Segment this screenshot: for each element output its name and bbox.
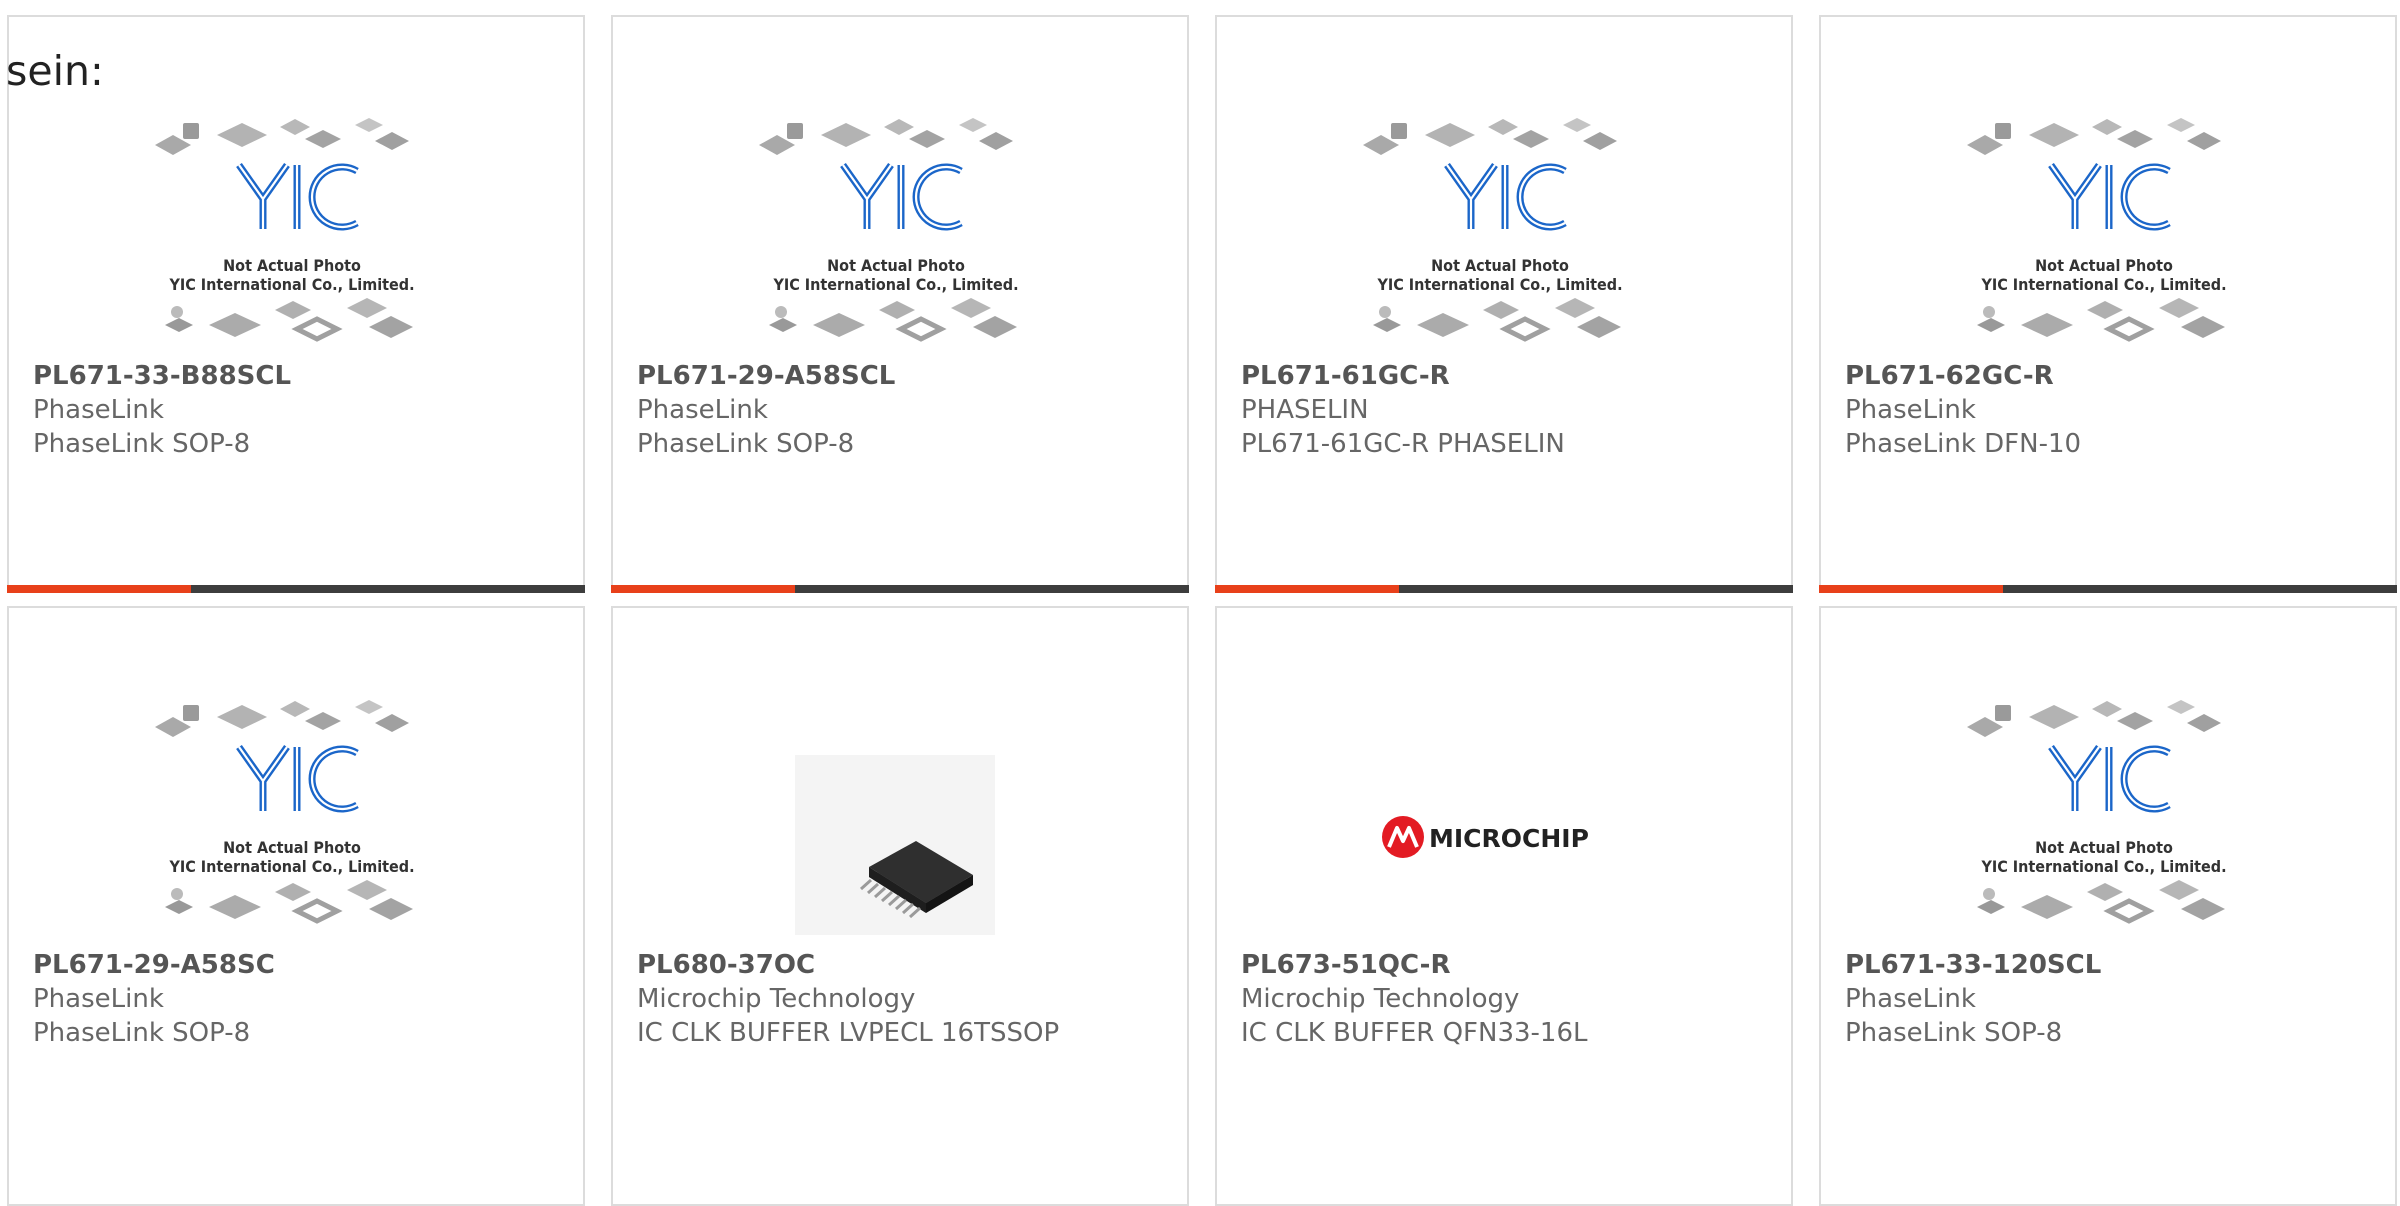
- manufacturer: PhaseLink: [1845, 984, 1976, 1014]
- page-heading: sein:: [6, 47, 104, 95]
- product-image-placeholder: Not Actual Photo YIC International Co., …: [751, 105, 1041, 353]
- product-info: PL671-61GC-R PHASELIN PL671-61GC-R PHASE…: [1241, 359, 1781, 461]
- part-number[interactable]: PL673-51QC-R: [1241, 948, 1781, 982]
- card-bottom-bar: [611, 585, 1189, 593]
- product-card[interactable]: Not Actual Photo YIC International Co., …: [1819, 606, 2397, 1206]
- part-number[interactable]: PL671-29-A58SCL: [637, 359, 1177, 393]
- part-number[interactable]: PL671-62GC-R: [1845, 359, 2385, 393]
- description: IC CLK BUFFER LVPECL 16TSSOP: [637, 1018, 1060, 1048]
- placeholder-line1: Not Actual Photo: [1431, 256, 1569, 275]
- placeholder-line2: YIC International Co., Limited.: [168, 857, 414, 876]
- product-image-placeholder: Not Actual Photo YIC International Co., …: [147, 687, 437, 935]
- description: PL671-61GC-R PHASELIN: [1241, 429, 1565, 459]
- product-info: PL671-33-B88SCL PhaseLink PhaseLink SOP-…: [33, 359, 573, 461]
- product-info: PL680-37OC Microchip Technology IC CLK B…: [637, 948, 1177, 1050]
- microchip-logo-icon: [1382, 816, 1424, 858]
- card-accent: [7, 585, 191, 593]
- product-image-microchip: MICROCHIP: [1355, 687, 1645, 935]
- product-image-placeholder: Not Actual Photo YIC International Co., …: [147, 105, 437, 353]
- part-number[interactable]: PL680-37OC: [637, 948, 1177, 982]
- product-image-placeholder: Not Actual Photo YIC International Co., …: [1959, 105, 2249, 353]
- card-bottom-bar: [7, 585, 585, 593]
- card-accent: [1215, 585, 1399, 593]
- product-card[interactable]: Not Actual Photo YIC International Co., …: [7, 606, 585, 1206]
- product-info: PL673-51QC-R Microchip Technology IC CLK…: [1241, 948, 1781, 1050]
- manufacturer: PHASELIN: [1241, 395, 1369, 425]
- part-number[interactable]: PL671-61GC-R: [1241, 359, 1781, 393]
- manufacturer: Microchip Technology: [1241, 984, 1520, 1014]
- placeholder-line1: Not Actual Photo: [223, 838, 361, 857]
- placeholder-line2: YIC International Co., Limited.: [1980, 857, 2226, 876]
- manufacturer: Microchip Technology: [637, 984, 916, 1014]
- manufacturer: PhaseLink: [1845, 395, 1976, 425]
- product-info: PL671-62GC-R PhaseLink PhaseLink DFN-10: [1845, 359, 2385, 461]
- product-image-placeholder: Not Actual Photo YIC International Co., …: [1355, 105, 1645, 353]
- card-accent: [611, 585, 795, 593]
- placeholder-line1: Not Actual Photo: [2035, 256, 2173, 275]
- description: PhaseLink SOP-8: [1845, 1018, 2063, 1048]
- placeholder-line1: Not Actual Photo: [827, 256, 965, 275]
- description: PhaseLink SOP-8: [33, 429, 251, 459]
- part-number[interactable]: PL671-33-B88SCL: [33, 359, 573, 393]
- product-info: PL671-29-A58SC PhaseLink PhaseLink SOP-8: [33, 948, 573, 1050]
- placeholder-line1: Not Actual Photo: [2035, 838, 2173, 857]
- product-card[interactable]: Not Actual Photo YIC International Co., …: [611, 15, 1189, 593]
- description: PhaseLink SOP-8: [637, 429, 855, 459]
- placeholder-line2: YIC International Co., Limited.: [1376, 275, 1622, 294]
- placeholder-line1: Not Actual Photo: [223, 256, 361, 275]
- microchip-logo-text: MICROCHIP: [1429, 824, 1589, 853]
- placeholder-line2: YIC International Co., Limited.: [1980, 275, 2226, 294]
- description: PhaseLink DFN-10: [1845, 429, 2082, 459]
- part-number[interactable]: PL671-33-120SCL: [1845, 948, 2385, 982]
- product-image-chip: [751, 687, 1041, 955]
- manufacturer: PhaseLink: [33, 984, 164, 1014]
- manufacturer: PhaseLink: [33, 395, 164, 425]
- placeholder-line2: YIC International Co., Limited.: [168, 275, 414, 294]
- product-card[interactable]: Not Actual Photo YIC International Co., …: [1819, 15, 2397, 593]
- card-bottom-bar: [1215, 585, 1793, 593]
- product-card[interactable]: Not Actual Photo YIC International Co., …: [7, 15, 585, 593]
- card-bottom-bar: [1819, 585, 2397, 593]
- product-info: PL671-33-120SCL PhaseLink PhaseLink SOP-…: [1845, 948, 2385, 1050]
- placeholder-line2: YIC International Co., Limited.: [772, 275, 1018, 294]
- product-image-placeholder: Not Actual Photo YIC International Co., …: [1959, 687, 2249, 935]
- description: IC CLK BUFFER QFN33-16L: [1241, 1018, 1588, 1048]
- product-card[interactable]: PL680-37OC Microchip Technology IC CLK B…: [611, 606, 1189, 1206]
- product-card[interactable]: MICROCHIP PL673-51QC-R Microchip Technol…: [1215, 606, 1793, 1206]
- manufacturer: PhaseLink: [637, 395, 768, 425]
- product-info: PL671-29-A58SCL PhaseLink PhaseLink SOP-…: [637, 359, 1177, 461]
- part-number[interactable]: PL671-29-A58SC: [33, 948, 573, 982]
- card-accent: [1819, 585, 2003, 593]
- description: PhaseLink SOP-8: [33, 1018, 251, 1048]
- product-card[interactable]: Not Actual Photo YIC International Co., …: [1215, 15, 1793, 593]
